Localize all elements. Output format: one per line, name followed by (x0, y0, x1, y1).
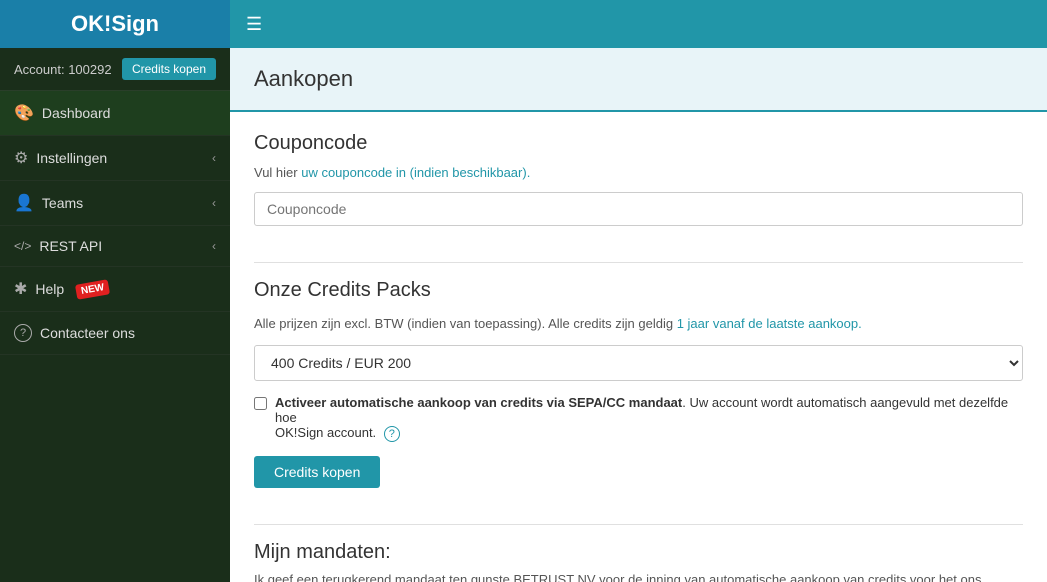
auto-purchase-text: Activeer automatische aankoop van credit… (275, 395, 1023, 442)
help-tooltip-icon[interactable]: ? (384, 426, 400, 442)
sidebar: Account: 100292 Credits kopen 🎨 Dashboar… (0, 48, 230, 582)
sidebar-label-help: Help (35, 281, 64, 297)
coupon-input[interactable] (254, 192, 1023, 226)
content-header: Aankopen (230, 48, 1047, 112)
sidebar-account: Account: 100292 Credits kopen (0, 48, 230, 91)
sidebar-label-teams: Teams (42, 195, 83, 211)
page-title: Aankopen (254, 66, 1023, 92)
sidebar-label-contact: Contacteer ons (40, 325, 135, 341)
top-bar: OK!Sign ☰ (0, 0, 1047, 48)
settings-icon: ⚙ (14, 148, 28, 168)
pricing-note-link[interactable]: 1 jaar vanaf de laatste aankoop. (677, 316, 862, 331)
teams-icon: 👤 (14, 193, 34, 213)
account-label: Account: 100292 (14, 62, 112, 77)
coupon-subtitle-link[interactable]: uw couponcode in (indien beschikbaar). (301, 165, 530, 180)
sidebar-item-dashboard[interactable]: 🎨 Dashboard (0, 91, 230, 136)
credits-section-title: Onze Credits Packs (254, 279, 1023, 302)
coupon-subtitle: Vul hier uw couponcode in (indien beschi… (254, 165, 1023, 180)
sidebar-item-rest-api[interactable]: </> REST API ‹ (0, 226, 230, 267)
chevron-icon-instellingen: ‹ (212, 151, 216, 165)
mandaten-title: Mijn mandaten: (254, 541, 1023, 564)
divider-2 (254, 524, 1023, 525)
coupon-section: Couponcode Vul hier uw couponcode in (in… (254, 132, 1023, 246)
sidebar-item-teams[interactable]: 👤 Teams ‹ (0, 181, 230, 226)
sidebar-item-contact[interactable]: ? Contacteer ons (0, 312, 230, 355)
pricing-note: Alle prijzen zijn excl. BTW (indien van … (254, 316, 1023, 331)
help-icon: ✱ (14, 279, 27, 299)
content-body: Couponcode Vul hier uw couponcode in (in… (230, 112, 1047, 582)
chevron-icon-rest-api: ‹ (212, 239, 216, 253)
sidebar-item-help[interactable]: ✱ Help NEW (0, 267, 230, 312)
contact-icon: ? (14, 324, 32, 342)
coupon-section-title: Couponcode (254, 132, 1023, 155)
app-logo: OK!Sign (0, 0, 230, 48)
sidebar-credits-kopen-button[interactable]: Credits kopen (122, 58, 216, 80)
new-badge: NEW (75, 279, 110, 300)
menu-toggle-icon[interactable]: ☰ (230, 14, 278, 35)
chevron-icon-teams: ‹ (212, 196, 216, 210)
sidebar-label-dashboard: Dashboard (42, 105, 111, 121)
sidebar-label-rest-api: REST API (39, 238, 102, 254)
credits-pack-select[interactable]: 400 Credits / EUR 200 (254, 345, 1023, 381)
sidebar-item-instellingen[interactable]: ⚙ Instellingen ‹ (0, 136, 230, 181)
credits-section: Onze Credits Packs Alle prijzen zijn exc… (254, 279, 1023, 508)
sidebar-label-instellingen: Instellingen (36, 150, 107, 166)
content-area: Aankopen Couponcode Vul hier uw couponco… (230, 48, 1047, 582)
auto-purchase-row: Activeer automatische aankoop van credit… (254, 395, 1023, 442)
mandaten-text: Ik geef een terugkerend mandaat ten guns… (254, 572, 1023, 582)
mandaten-section: Mijn mandaten: Ik geef een terugkerend m… (254, 541, 1023, 582)
auto-purchase-checkbox[interactable] (254, 397, 267, 410)
buy-credits-button[interactable]: Credits kopen (254, 456, 380, 488)
api-icon: </> (14, 239, 31, 253)
divider-1 (254, 262, 1023, 263)
dashboard-icon: 🎨 (14, 103, 34, 123)
main-layout: Account: 100292 Credits kopen 🎨 Dashboar… (0, 48, 1047, 582)
